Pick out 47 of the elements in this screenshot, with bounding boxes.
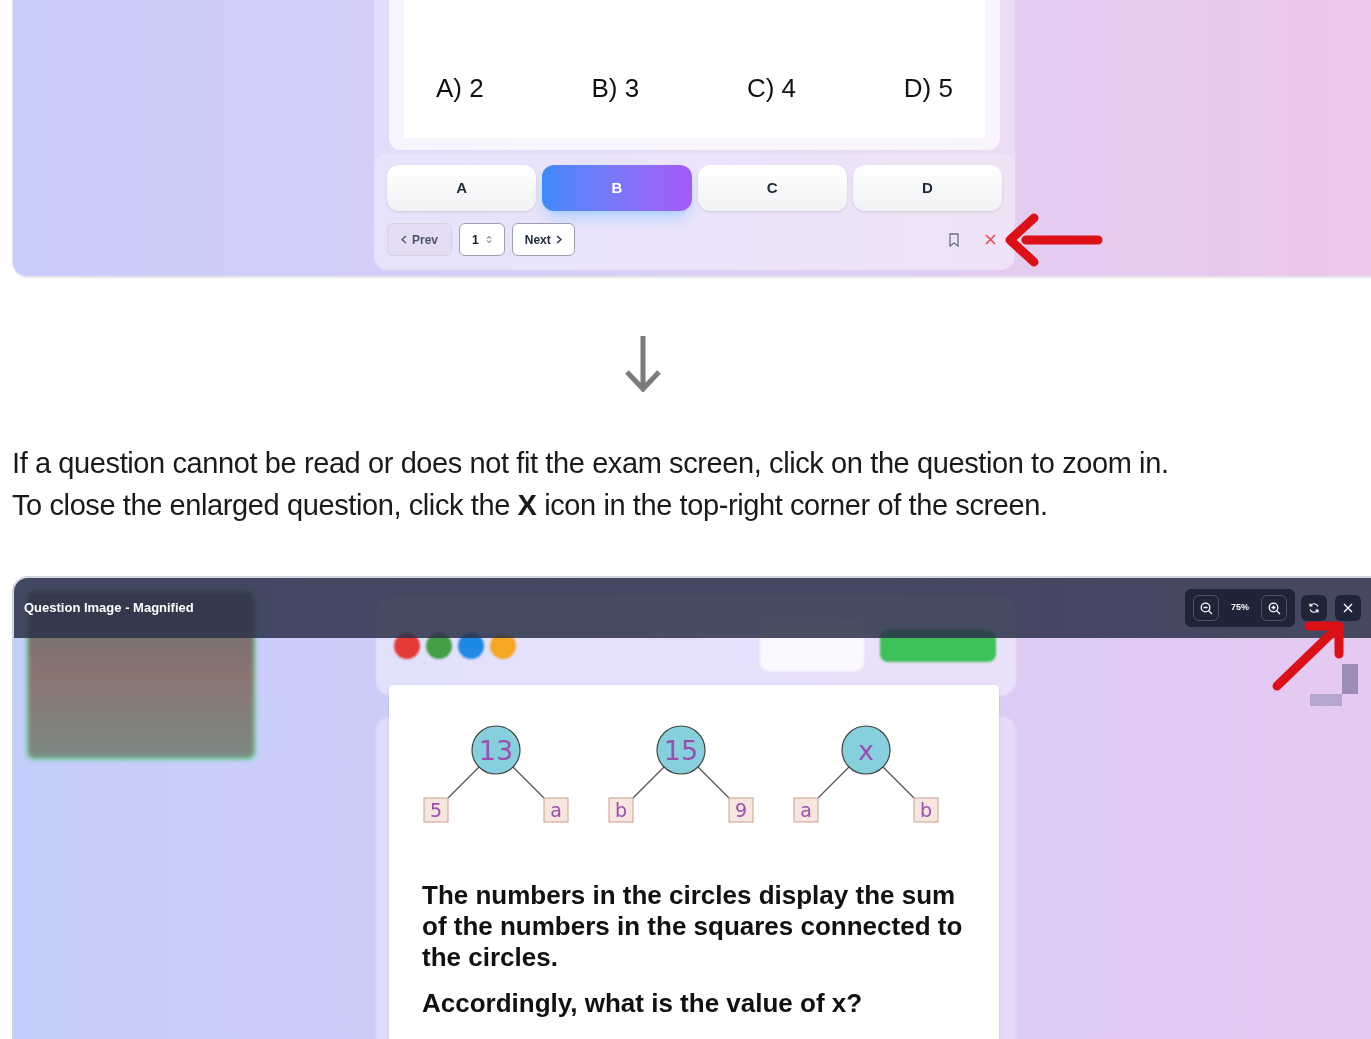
answer-button[interactable]: C — [697, 165, 847, 211]
answer-option: A) 2 — [436, 69, 484, 108]
zoom-out-icon — [1199, 601, 1213, 615]
circle-node: 13 — [471, 725, 521, 775]
connector-line — [512, 766, 545, 799]
stepper-icon — [485, 235, 492, 244]
answer-option: D) 5 — [903, 69, 953, 108]
connector-line — [697, 766, 730, 799]
square-node: a — [543, 797, 569, 823]
page-select[interactable]: 1 — [459, 223, 505, 256]
zoom-level: 75% — [1230, 601, 1250, 615]
answer-button[interactable]: D — [852, 165, 1002, 211]
instruction-text: To close the enlarged question, click the X icon in the top-right corner of the screen. — [12, 488, 1049, 523]
corner-mark — [1310, 664, 1358, 706]
chevron-right-icon — [555, 235, 562, 244]
bookmark-icon[interactable] — [948, 232, 960, 247]
modal-title: Question Image - Magnified — [24, 599, 194, 618]
connector-line — [817, 766, 850, 799]
square-node: 5 — [423, 797, 449, 823]
connector-line — [882, 766, 915, 799]
answer-button[interactable]: B — [542, 165, 692, 211]
close-button[interactable] — [1335, 595, 1361, 621]
zoom-in-icon — [1267, 601, 1281, 615]
answer-option: C) 4 — [746, 69, 797, 108]
square-node: 9 — [728, 797, 754, 823]
zoom-in-button[interactable] — [1261, 595, 1287, 621]
square-node: b — [913, 797, 939, 823]
zoom-out-button[interactable] — [1193, 595, 1219, 621]
answer-option: B) 3 — [591, 69, 640, 108]
instruction-text: If a question cannot be read or does not fit the exam screen, click on the question to zoom in. — [12, 446, 1170, 481]
circle-node: 15 — [656, 725, 706, 775]
reset-button[interactable] — [1301, 595, 1327, 621]
next-button[interactable]: Next — [511, 223, 575, 256]
close-icon — [1343, 603, 1353, 613]
connector-line — [632, 766, 665, 799]
down-arrow-icon — [625, 336, 661, 392]
square-node: a — [793, 797, 819, 823]
question-text: Accordingly, what is the value of x? — [422, 988, 864, 1019]
connector-line — [447, 766, 480, 799]
question-text: The numbers in the circles display the sum of the numbers in the squares connected to the circles. — [422, 880, 964, 973]
chevron-left-icon — [401, 235, 407, 244]
refresh-icon — [1308, 602, 1320, 614]
circle-node: x — [841, 725, 891, 775]
answer-button[interactable]: A — [387, 165, 537, 211]
prev-button[interactable]: Prev — [387, 223, 453, 256]
square-node: b — [608, 797, 634, 823]
close-icon[interactable] — [985, 234, 996, 245]
